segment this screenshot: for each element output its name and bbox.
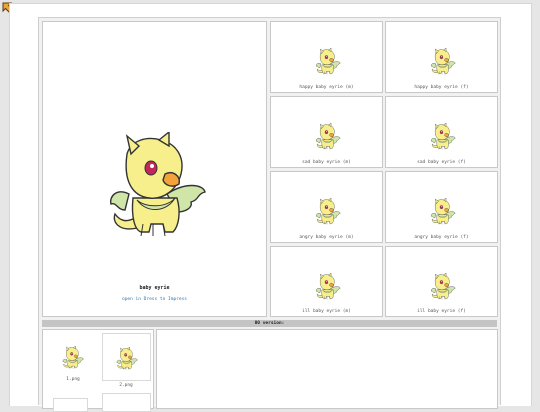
pet-thumbnail [316, 273, 341, 300]
pet-thumbnail [431, 123, 456, 150]
variant-label: angry baby eyrie (f) [414, 235, 469, 240]
variant-cell[interactable]: angry baby eyrie (f) [385, 171, 498, 243]
image-thumb[interactable] [102, 393, 151, 412]
variant-cell[interactable]: happy baby eyrie (m) [270, 21, 383, 93]
variant-label: happy baby eyrie (m) [299, 85, 354, 90]
pet-thumbnail [116, 347, 138, 370]
pet-image[interactable] [107, 132, 207, 242]
variant-label: angry baby eyrie (m) [299, 235, 354, 240]
variant-label: happy baby eyrie (f) [414, 85, 469, 90]
variant-label: ill baby eyrie (f) [417, 309, 466, 314]
pet-thumbnail [316, 48, 341, 75]
image-thumb[interactable] [49, 333, 97, 380]
variant-label: sad baby eyrie (f) [417, 160, 466, 165]
image-thumb[interactable] [102, 333, 151, 381]
variant-cell[interactable]: sad baby eyrie (f) [385, 96, 498, 168]
variant-cell[interactable]: happy baby eyrie (f) [385, 21, 498, 93]
pet-name: baby eyrie [139, 285, 170, 291]
variant-cell[interactable]: ill baby eyrie (m) [270, 246, 383, 317]
pet-thumbnail [316, 123, 341, 150]
pet-gallery: baby eyrie open in Dress to Impress happ… [38, 17, 501, 412]
pet-thumbnail [316, 198, 341, 225]
image-filename: 2.png [119, 383, 133, 388]
pet-thumbnail [431, 198, 456, 225]
variant-label: ill baby eyrie (m) [302, 309, 351, 314]
pet-thumbnail [431, 48, 456, 75]
variant-cell[interactable]: ill baby eyrie (f) [385, 246, 498, 317]
image-thumb[interactable] [53, 398, 88, 412]
variant-cell[interactable]: angry baby eyrie (m) [270, 171, 383, 243]
variant-cell[interactable]: sad baby eyrie (m) [270, 96, 383, 168]
image-list: 1.png 2.png [42, 329, 154, 412]
section-header-bar: 00 version: [42, 320, 497, 327]
dress-to-impress-link[interactable]: open in Dress to Impress [43, 297, 266, 302]
preview-panel [156, 329, 498, 409]
variant-label: sad baby eyrie (m) [302, 160, 351, 165]
main-pet-cell: baby eyrie open in Dress to Impress [42, 21, 267, 317]
pet-thumbnail [62, 346, 84, 369]
image-filename: 1.png [66, 377, 80, 382]
pet-thumbnail [431, 273, 456, 300]
